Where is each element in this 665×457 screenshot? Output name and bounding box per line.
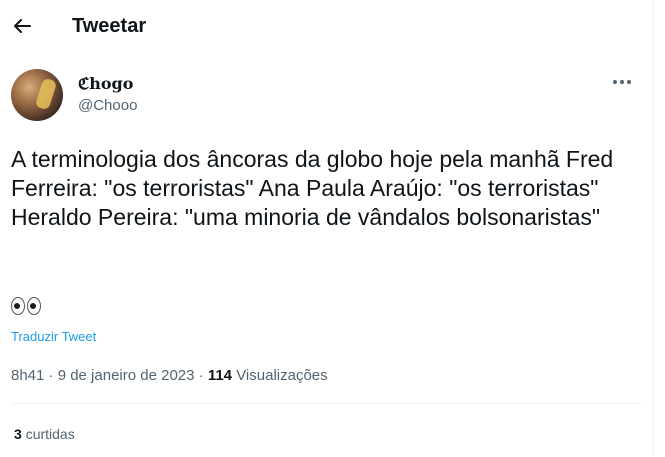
more-options-icon[interactable] [610,72,634,92]
column-border [653,0,654,457]
retweets-link[interactable]: 3 curtidas [14,426,75,442]
metadata-separator: · [198,367,204,384]
eyes-emoji [11,297,41,319]
retweets-label: curtidas [25,426,75,442]
translate-tweet-link[interactable]: Traduzir Tweet [11,329,96,344]
views-count: 114 [207,367,233,384]
author-display-name[interactable]: ℭhogo [78,74,133,94]
top-bar: Tweetar [0,0,653,52]
eye-icon [11,297,25,315]
author-handle[interactable]: @Chooo [78,96,137,116]
tweet-text: A terminologia dos âncoras da globo hoje… [11,146,614,230]
tweet-timestamp[interactable]: 8h41 · 9 de janeiro de 2023 [11,367,194,384]
divider [11,403,642,404]
retweets-count: 3 [14,426,22,442]
page-title: Tweetar [72,15,147,37]
tweet-metadata: 8h41 · 9 de janeiro de 2023 · 114 Visual… [11,366,328,386]
back-arrow-icon[interactable] [12,16,32,36]
views-label: Visualizações [236,367,328,384]
eye-icon [27,297,41,315]
avatar[interactable] [11,69,63,121]
